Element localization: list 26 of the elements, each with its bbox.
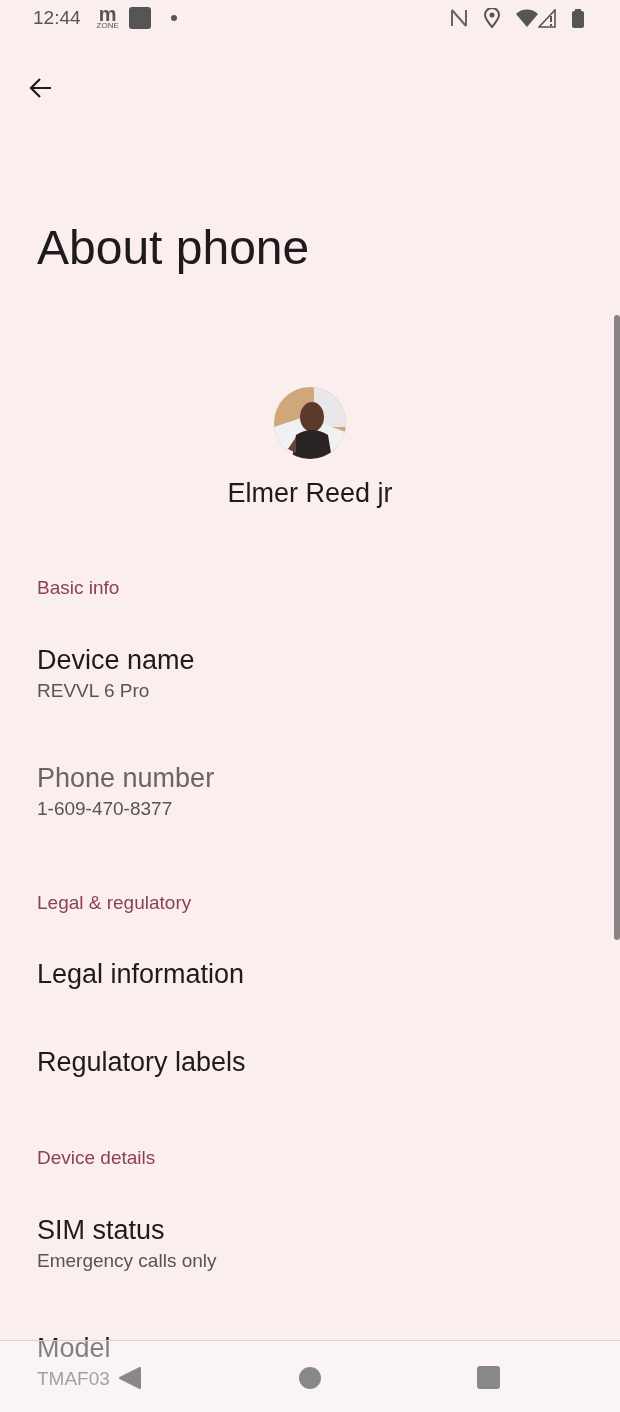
setting-title[interactable]: Model [37, 1331, 111, 1365]
wifi-icon [516, 9, 538, 27]
setting-title[interactable]: Device name [37, 643, 195, 677]
page-title: About phone [37, 220, 311, 276]
nfc-icon [450, 8, 468, 28]
app-icon [128, 7, 151, 29]
setting-title[interactable]: Legal information [37, 957, 245, 991]
back-icon[interactable] [28, 76, 54, 100]
signal-icon [538, 8, 556, 28]
profile-name: Elmer Reed jr [227, 477, 393, 510]
setting-value: 1-609-470-8377 [37, 797, 174, 821]
setting-title[interactable]: Regulatory labels [37, 1045, 246, 1079]
home-icon[interactable] [299, 1367, 321, 1389]
dot-icon [170, 15, 177, 21]
location-icon [484, 8, 500, 28]
section-header: Device details [36, 1146, 157, 1170]
setting-value: Emergency calls only [37, 1249, 217, 1273]
clock-text: 12:44 [33, 5, 81, 30]
battery-icon [572, 8, 584, 28]
section-header: Legal & regulatory [36, 891, 193, 915]
setting-title[interactable]: SIM status [37, 1213, 217, 1247]
app-logo: m ZONE [96, 6, 119, 30]
section-header: Basic info [36, 576, 121, 600]
setting-title: Phone number [37, 762, 215, 795]
setting-value: TMAF03 [37, 1367, 111, 1391]
setting-value: REVVL 6 Pro [37, 679, 151, 703]
